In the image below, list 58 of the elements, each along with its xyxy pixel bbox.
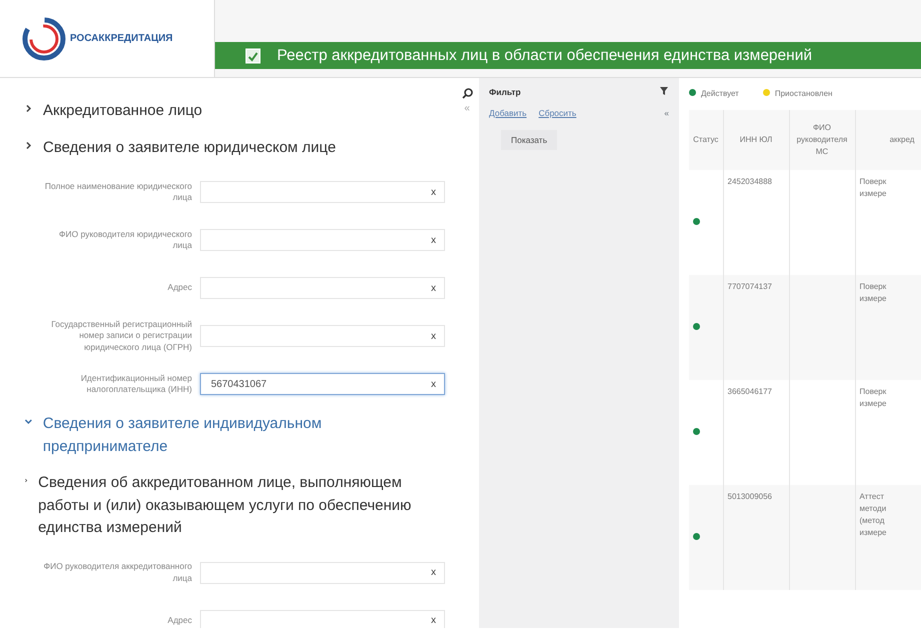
input-field[interactable]: x <box>200 181 445 203</box>
table-cell-text: методи <box>860 503 888 515</box>
field-label: ФИО руководителя юридического лица <box>58 228 192 252</box>
field-label: Идентификационный номер налогоплательщика (ИНН) <box>80 372 192 396</box>
clear-button[interactable]: x <box>431 613 436 628</box>
section-title[interactable]: Сведения о заявителе юридическом лице <box>43 136 336 159</box>
clear-button[interactable]: x <box>431 232 436 248</box>
field-label: Адрес <box>166 614 192 626</box>
table-cell-text: измере <box>860 293 888 305</box>
table-cell-text: Поверк <box>860 281 888 293</box>
table-cell-text: измере <box>860 398 888 410</box>
input-field[interactable]: x <box>200 229 445 251</box>
input-field[interactable]: x <box>200 277 445 299</box>
table-cell-text: измере <box>860 527 888 539</box>
chevron-right-icon[interactable] <box>24 140 33 150</box>
clear-button[interactable]: x <box>431 565 436 580</box>
table-cell: 5013009056 <box>723 485 789 590</box>
chevron-right-icon[interactable] <box>24 104 33 113</box>
logo-icon <box>22 16 66 60</box>
column-header: Статус <box>689 110 723 170</box>
registry-icon <box>245 48 261 64</box>
field-label: Адрес <box>166 282 192 294</box>
field-label: ФИО руководителя аккредитованного лица <box>42 561 192 584</box>
input-field[interactable]: x <box>200 325 445 347</box>
table-cell-text: Поверк <box>860 176 888 188</box>
table-cell-text: (метод <box>860 515 886 527</box>
chevron-down-icon[interactable] <box>24 417 33 426</box>
field-label: Полное наименование юридического лица <box>44 180 192 204</box>
column-header: ФИО руководителя МС <box>789 110 855 170</box>
filter-icon[interactable] <box>659 86 669 96</box>
table-cell-text: Аттест <box>860 491 886 503</box>
search-icon[interactable] <box>462 88 472 99</box>
legend-label: Приостановлен <box>774 89 832 98</box>
page-title: Реестр аккредитованных лиц в области обеспечения единства измерений <box>277 46 812 66</box>
filter-link[interactable]: Добавить <box>489 108 527 118</box>
section-title[interactable]: Аккредитованное лицо <box>43 100 202 122</box>
table-cell-text: измере <box>860 188 888 200</box>
show-button[interactable]: Показать <box>501 130 558 150</box>
input-field[interactable]: x <box>200 610 445 628</box>
section-title[interactable]: Сведения об аккредитованном лице, выполняющем работы и (или) оказывающем услуги по обеспечению единства измерений <box>38 472 445 540</box>
clear-button[interactable]: x <box>431 376 436 392</box>
clear-button[interactable]: x <box>431 184 436 200</box>
section-title[interactable]: Сведения о заявителе индивидуальном предпринимателе <box>42 413 445 458</box>
table-cell: 7707074137 <box>723 275 789 380</box>
collapse-button[interactable]: « <box>664 106 669 120</box>
column-header: ИНН ЮЛ <box>723 110 789 170</box>
column-header: аккред <box>855 110 921 170</box>
logo-text: РОСАККРЕДИТАЦИЯ <box>70 32 173 46</box>
clear-button[interactable]: x <box>431 280 436 296</box>
filter-title: Фильтр <box>489 86 521 99</box>
chevron-right-icon[interactable] <box>24 476 28 485</box>
table-cell-text: Поверк <box>860 386 888 398</box>
input-field[interactable]: 5670431067 x <box>200 373 445 395</box>
field-label: Государственный регистрационный номер записи о регистрации юридического лица (ОГРН) <box>50 319 192 353</box>
clear-button[interactable]: x <box>431 328 436 344</box>
legend-label: Действует <box>701 89 739 98</box>
filter-link[interactable]: Сбросить <box>538 108 576 118</box>
input-field[interactable]: x <box>200 562 445 584</box>
